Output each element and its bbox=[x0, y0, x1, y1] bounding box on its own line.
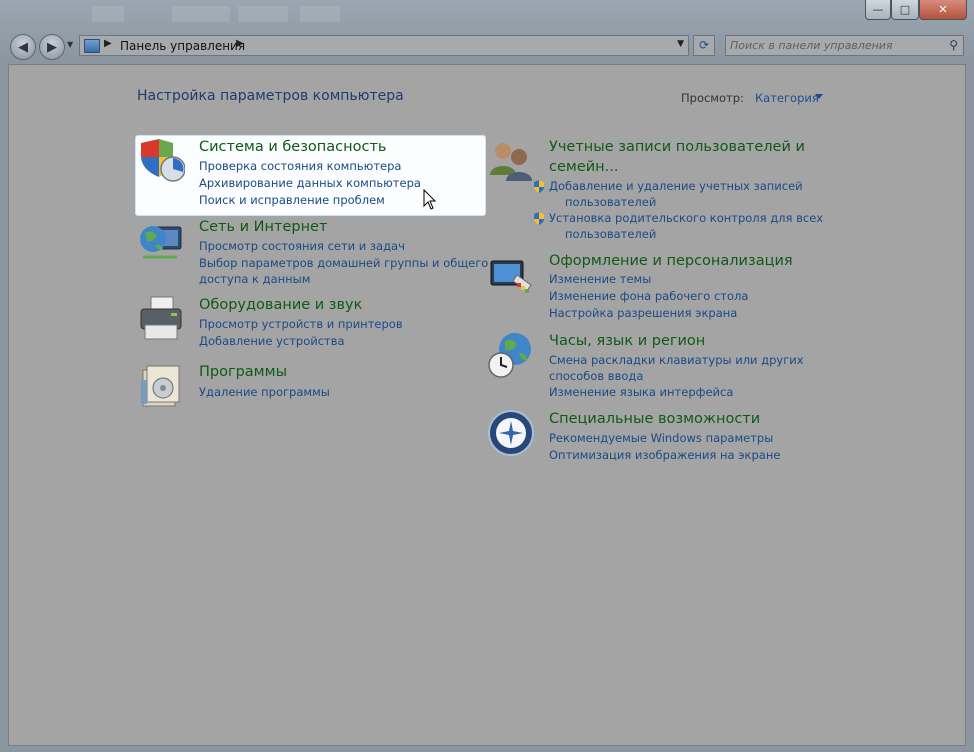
navigation-bar: ◀ ▶ ▼ ▶ Панель управления ▶ ▼ ⟳ ⚲ bbox=[0, 32, 974, 62]
category-link-continued[interactable]: пользователей bbox=[565, 194, 656, 210]
category-link[interactable]: Удаление программы bbox=[199, 384, 330, 400]
mouse-cursor-icon bbox=[423, 189, 437, 210]
network-globe-icon bbox=[140, 226, 182, 259]
title-bar-reflection bbox=[300, 6, 340, 22]
control-panel-window: — □ ✕ ◀ ▶ ▼ ▶ Панель управления ▶ ▼ ⟳ ⚲ … bbox=[0, 0, 974, 752]
back-button[interactable]: ◀ bbox=[10, 34, 36, 60]
category-link[interactable]: Изменение фона рабочего стола bbox=[549, 288, 748, 304]
category-clock-language-region: Часы, язык и регион Смена раскладки клав… bbox=[487, 331, 927, 399]
category-link[interactable]: Рекомендуемые Windows параметры bbox=[549, 430, 773, 446]
category-link[interactable]: Изменение языка интерфейса bbox=[549, 384, 733, 400]
refresh-icon: ⟳ bbox=[698, 38, 710, 52]
category-title[interactable]: Оборудование и звук bbox=[199, 297, 362, 313]
search-input[interactable] bbox=[730, 37, 940, 54]
title-bar-reflection bbox=[172, 6, 230, 22]
title-bar-reflection bbox=[92, 6, 124, 22]
breadcrumb-separator[interactable]: ▶ bbox=[104, 38, 112, 49]
forward-button[interactable]: ▶ bbox=[39, 34, 65, 60]
category-appearance: Оформление и персонализация Изменение те… bbox=[487, 251, 927, 320]
category-link-text[interactable]: Добавление и удаление учетных записей bbox=[549, 179, 803, 193]
category-link-text[interactable]: Установка родительского контроля для все… bbox=[549, 211, 823, 225]
category-link-continued[interactable]: доступа к данным bbox=[199, 271, 310, 287]
category-link[interactable]: Смена раскладки клавиатуры или других bbox=[549, 352, 804, 368]
category-network-internet: Сеть и Интернет Просмотр состояния сети … bbox=[137, 217, 488, 287]
title-bar[interactable]: — □ ✕ bbox=[0, 0, 974, 30]
title-bar-reflection bbox=[238, 6, 288, 22]
minimize-icon: — bbox=[872, 3, 884, 16]
maximize-button[interactable]: □ bbox=[891, 0, 919, 20]
category-link[interactable]: Выбор параметров домашней группы и общег… bbox=[199, 255, 488, 271]
back-arrow-icon: ◀ bbox=[18, 39, 28, 55]
maximize-icon: □ bbox=[899, 3, 911, 16]
category-title[interactable]: Программы bbox=[199, 364, 287, 380]
view-by-label: Просмотр: bbox=[681, 91, 744, 105]
programs-icon bbox=[141, 365, 180, 407]
category-link[interactable]: Поиск и исправление проблем bbox=[199, 192, 385, 208]
category-title[interactable]: Специальные возможности bbox=[549, 411, 760, 427]
view-by-dropdown[interactable]: Категория bbox=[755, 91, 819, 105]
printer-icon bbox=[140, 296, 182, 340]
category-link[interactable]: Настройка разрешения экрана bbox=[549, 305, 737, 321]
clock-globe-icon bbox=[488, 333, 531, 378]
category-hardware-sound: Оборудование и звук Просмотр устройств и… bbox=[137, 295, 477, 355]
uac-shield-icon bbox=[534, 212, 544, 225]
forward-arrow-icon: ▶ bbox=[47, 39, 57, 55]
category-ease-of-access: Специальные возможности Рекомендуемые Wi… bbox=[487, 409, 927, 462]
chevron-down-icon[interactable] bbox=[815, 94, 823, 99]
category-link[interactable]: Добавление устройства bbox=[199, 333, 345, 349]
search-box[interactable]: ⚲ bbox=[725, 35, 964, 56]
close-button[interactable]: ✕ bbox=[919, 0, 967, 20]
refresh-button[interactable]: ⟳ bbox=[693, 35, 715, 56]
category-title-continued[interactable]: семейн... bbox=[549, 159, 618, 175]
breadcrumb-control-panel[interactable]: Панель управления bbox=[120, 39, 245, 53]
category-link-continued[interactable]: пользователей bbox=[565, 226, 656, 242]
category-title[interactable]: Система и безопасность bbox=[199, 139, 386, 155]
address-dropdown-icon[interactable]: ▼ bbox=[677, 39, 684, 49]
category-link[interactable]: Просмотр устройств и принтеров bbox=[199, 316, 403, 332]
category-title[interactable]: Сеть и Интернет bbox=[199, 219, 327, 235]
search-icon[interactable]: ⚲ bbox=[949, 38, 958, 52]
accessibility-icon bbox=[488, 410, 534, 456]
category-link[interactable]: Проверка состояния компьютера bbox=[199, 158, 401, 174]
uac-shield-icon bbox=[534, 180, 544, 193]
page-title: Настройка параметров компьютера bbox=[137, 88, 404, 104]
recent-pages-dropdown[interactable]: ▼ bbox=[67, 40, 73, 49]
breadcrumb-separator[interactable]: ▶ bbox=[236, 38, 244, 49]
main-content: Настройка параметров компьютера Просмотр… bbox=[8, 64, 966, 746]
category-link[interactable]: Изменение темы bbox=[549, 271, 651, 287]
category-title[interactable]: Оформление и персонализация bbox=[549, 253, 793, 269]
address-bar[interactable]: ▶ Панель управления ▶ ▼ bbox=[79, 35, 689, 56]
close-icon: ✕ bbox=[938, 3, 948, 16]
category-link[interactable]: Оптимизация изображения на экране bbox=[549, 447, 780, 463]
monitor-paint-icon bbox=[490, 260, 532, 293]
category-link[interactable]: Просмотр состояния сети и задач bbox=[199, 238, 405, 254]
category-title[interactable]: Часы, язык и регион bbox=[549, 333, 705, 349]
category-link[interactable]: Установка родительского контроля для все… bbox=[533, 210, 823, 226]
users-icon bbox=[490, 143, 532, 181]
category-link[interactable]: Добавление и удаление учетных записей bbox=[533, 178, 803, 194]
category-link-continued[interactable]: способов ввода bbox=[549, 368, 643, 384]
category-user-accounts: Учетные записи пользователей и семейн...… bbox=[487, 137, 927, 247]
category-title[interactable]: Учетные записи пользователей и bbox=[549, 139, 805, 155]
shield-chart-icon bbox=[141, 139, 185, 182]
category-programs: Программы Удаление программы bbox=[137, 362, 477, 412]
category-link[interactable]: Архивирование данных компьютера bbox=[199, 175, 421, 191]
control-panel-icon bbox=[84, 39, 100, 53]
minimize-button[interactable]: — bbox=[865, 0, 891, 20]
